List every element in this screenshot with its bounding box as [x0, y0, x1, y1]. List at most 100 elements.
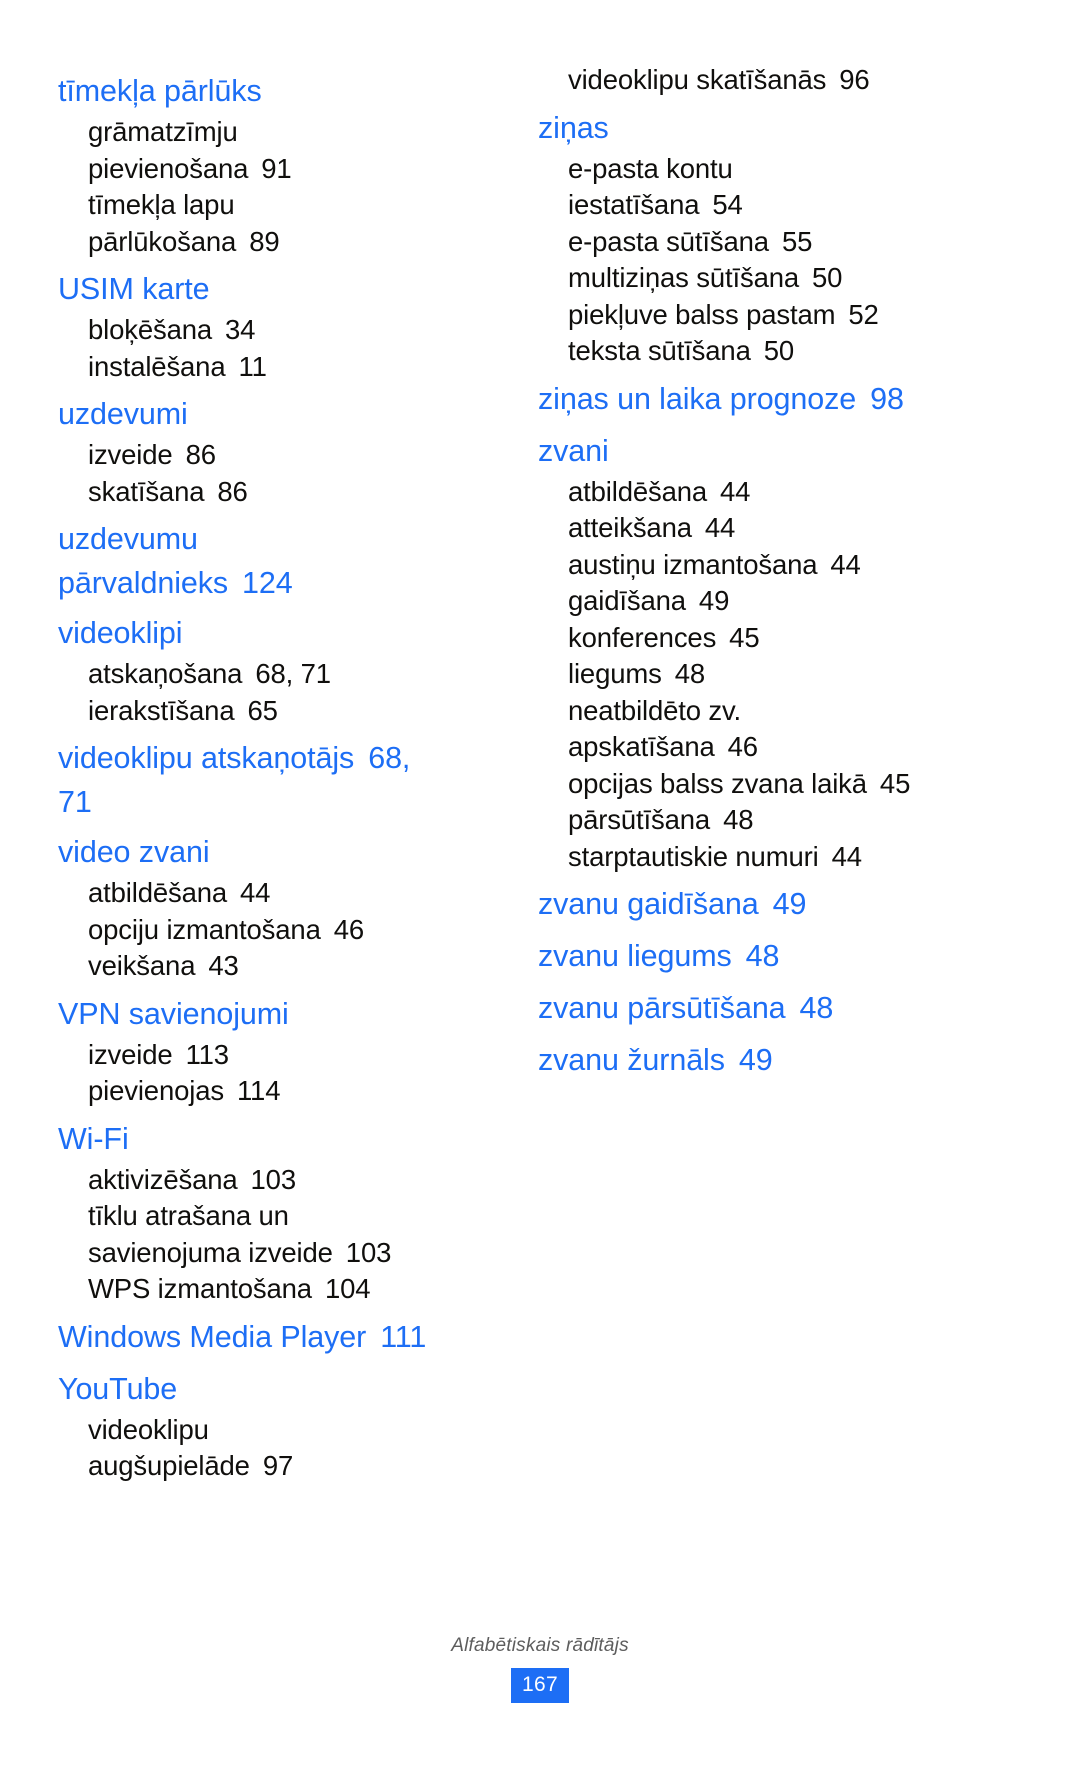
index-heading: YouTube: [58, 1367, 498, 1412]
index-page-number: 68,: [368, 741, 411, 775]
index-subentry: pārsūtīšana 48: [538, 802, 1008, 839]
index-heading: zvani: [538, 429, 1008, 474]
index-heading: Windows Media Player 111: [58, 1315, 498, 1360]
index-heading: uzdevumi: [58, 392, 498, 437]
index-subentry-title: konferences: [568, 621, 717, 653]
index-subentry: atteikšana 44: [538, 510, 1008, 547]
index-heading-title: zvanu liegums: [538, 939, 732, 973]
index-subentry: veikšana 43: [58, 948, 498, 985]
index-page-number: 48: [674, 658, 706, 689]
index-column-right: videoklipu skatīšanās 96 ziņas e-pasta kont…: [528, 62, 1008, 1083]
index-page-number: 98: [870, 381, 904, 416]
index-subentry-title: atbildēšana: [88, 877, 228, 908]
index-heading: VPN savienojumi: [58, 992, 498, 1037]
index-heading: ziņas: [538, 106, 1008, 151]
index-page-number: 54: [712, 189, 743, 220]
index-heading-title: USIM karte: [58, 272, 210, 306]
index-heading: ziņas un laika prognoze 98: [538, 377, 1008, 422]
index-subentry-title: videoklipu: [88, 1413, 209, 1445]
index-columns: tīmekļa pārlūks grāmatzīmju pievienošana 91…: [58, 62, 1022, 1485]
index-subentry-title: tīklu atrašana un: [88, 1200, 289, 1231]
index-subentry-title: ierakstīšana: [88, 694, 235, 726]
index-subentry: grāmatzīmju: [58, 114, 498, 151]
page-footer: Alfabētiskais rādītājs 167: [0, 1635, 1080, 1703]
index-subentry-title: WPS izmantošana: [88, 1273, 312, 1304]
index-page-number: 89: [249, 225, 280, 257]
index-subentry: austiņu izmantošana 44: [538, 547, 1008, 584]
index-page-number: 103: [345, 1236, 392, 1268]
index-page-number: 103: [250, 1163, 297, 1195]
index-subentry: starptautiskie numuri 44: [538, 839, 1008, 876]
index-heading-title: zvanu žurnāls: [538, 1043, 725, 1077]
index-subentry-title: izveide: [88, 1038, 173, 1070]
index-heading: zvanu pārsūtīšana 48: [538, 986, 1008, 1031]
index-subentry: teksta sūtīšana 50: [538, 333, 1008, 370]
index-page-number: 49: [738, 1043, 773, 1077]
index-page-number: 48: [723, 804, 754, 835]
index-subentry: e-pasta kontu: [538, 151, 1008, 188]
index-subentry-title: atbildēšana: [568, 475, 708, 507]
index-page-number: 55: [781, 225, 813, 257]
index-subentry: tīklu atrašana un: [58, 1198, 498, 1235]
index-continuation-text: apskatīšana: [568, 731, 715, 762]
index-subentry: gaidīšana 49: [538, 583, 1008, 620]
index-subentry-title: videoklipu skatīšanās: [568, 64, 827, 95]
index-subentry-continuation: pārlūkošana 89: [58, 224, 498, 261]
index-subentry: izveide 113: [58, 1037, 498, 1074]
index-subentry: bloķēšana 34: [58, 312, 498, 349]
index-page-number-continuation: 71: [58, 785, 92, 819]
index-heading-title: uzdevumi: [58, 397, 188, 431]
footer-page-number: 167: [511, 1668, 569, 1703]
index-page-number: 44: [830, 548, 861, 580]
index-page-number: 114: [236, 1075, 281, 1106]
index-heading-title: uzdevumu: [58, 522, 198, 556]
index-subentry: liegums 48: [538, 656, 1008, 693]
index-subentry-title: aktivizēšana: [88, 1163, 238, 1195]
index-subentry-title: pievienojas: [88, 1075, 224, 1106]
index-heading: tīmekļa pārlūks: [58, 69, 498, 114]
index-subentry-title: e-pasta sūtīšana: [568, 225, 769, 257]
index-page-number: 45: [729, 621, 760, 653]
index-page-number: 104: [324, 1273, 371, 1304]
index-page-number: 45: [879, 767, 911, 799]
index-subentry-title: multiziņas sūtīšana: [568, 262, 800, 293]
index-subentry-title: veikšana: [88, 950, 196, 981]
index-page-number: 11: [238, 350, 267, 382]
index-continuation-text: pārvaldnieks: [58, 566, 229, 600]
index-page-number: 65: [247, 694, 278, 726]
index-subentry-title: austiņu izmantošana: [568, 548, 818, 580]
index-subentry-title: izveide: [88, 439, 173, 470]
index-page-number: 97: [262, 1450, 294, 1481]
index-subentry-continuation: iestatīšana 54: [538, 187, 1008, 224]
index-heading: zvanu žurnāls 49: [538, 1038, 1008, 1083]
index-subentry-title: opcijas balss zvana laikā: [568, 767, 867, 799]
index-page-number: 86: [217, 475, 248, 507]
index-subentry: atbildēšana 44: [538, 474, 1008, 511]
index-subentry: atbildēšana 44: [58, 875, 498, 912]
index-subentry: WPS izmantošana 104: [58, 1271, 498, 1308]
index-page-number: 49: [772, 887, 807, 921]
index-subentry-continuation: augšupielāde 97: [58, 1448, 498, 1485]
index-continuation-text: pārlūkošana: [88, 225, 237, 257]
index-page-number: 91: [261, 152, 292, 184]
index-subentry: tīmekļa lapu: [58, 187, 498, 224]
index-subentry: atskaņošana 68, 71: [58, 656, 498, 693]
index-heading-title: ziņas un laika prognoze: [538, 381, 857, 416]
index-heading-title: ziņas: [538, 110, 609, 145]
index-subentry: videoklipu skatīšanās 96: [538, 62, 1008, 99]
index-heading-title: Wi-Fi: [58, 1121, 129, 1156]
index-subentry-continuation: apskatīšana 46: [538, 729, 1008, 766]
index-page-number: 49: [698, 585, 730, 616]
index-subentry: opciju izmantošana 46: [58, 912, 498, 949]
index-subentry-title: grāmatzīmju: [88, 116, 238, 147]
index-heading: zvanu gaidīšana 49: [538, 882, 1008, 927]
index-subentry: piekļuve balss pastam 52: [538, 297, 1008, 334]
index-page-number: 96: [839, 64, 870, 95]
index-heading: uzdevumu: [58, 517, 498, 562]
index-subentry: izveide 86: [58, 437, 498, 474]
index-subentry-title: pārsūtīšana: [568, 804, 711, 835]
index-page-number: 48: [799, 991, 834, 1025]
index-subentry-title: liegums: [568, 658, 662, 689]
index-subentry-continuation: pievienošana 91: [58, 151, 498, 188]
index-heading-title: zvani: [538, 433, 609, 468]
